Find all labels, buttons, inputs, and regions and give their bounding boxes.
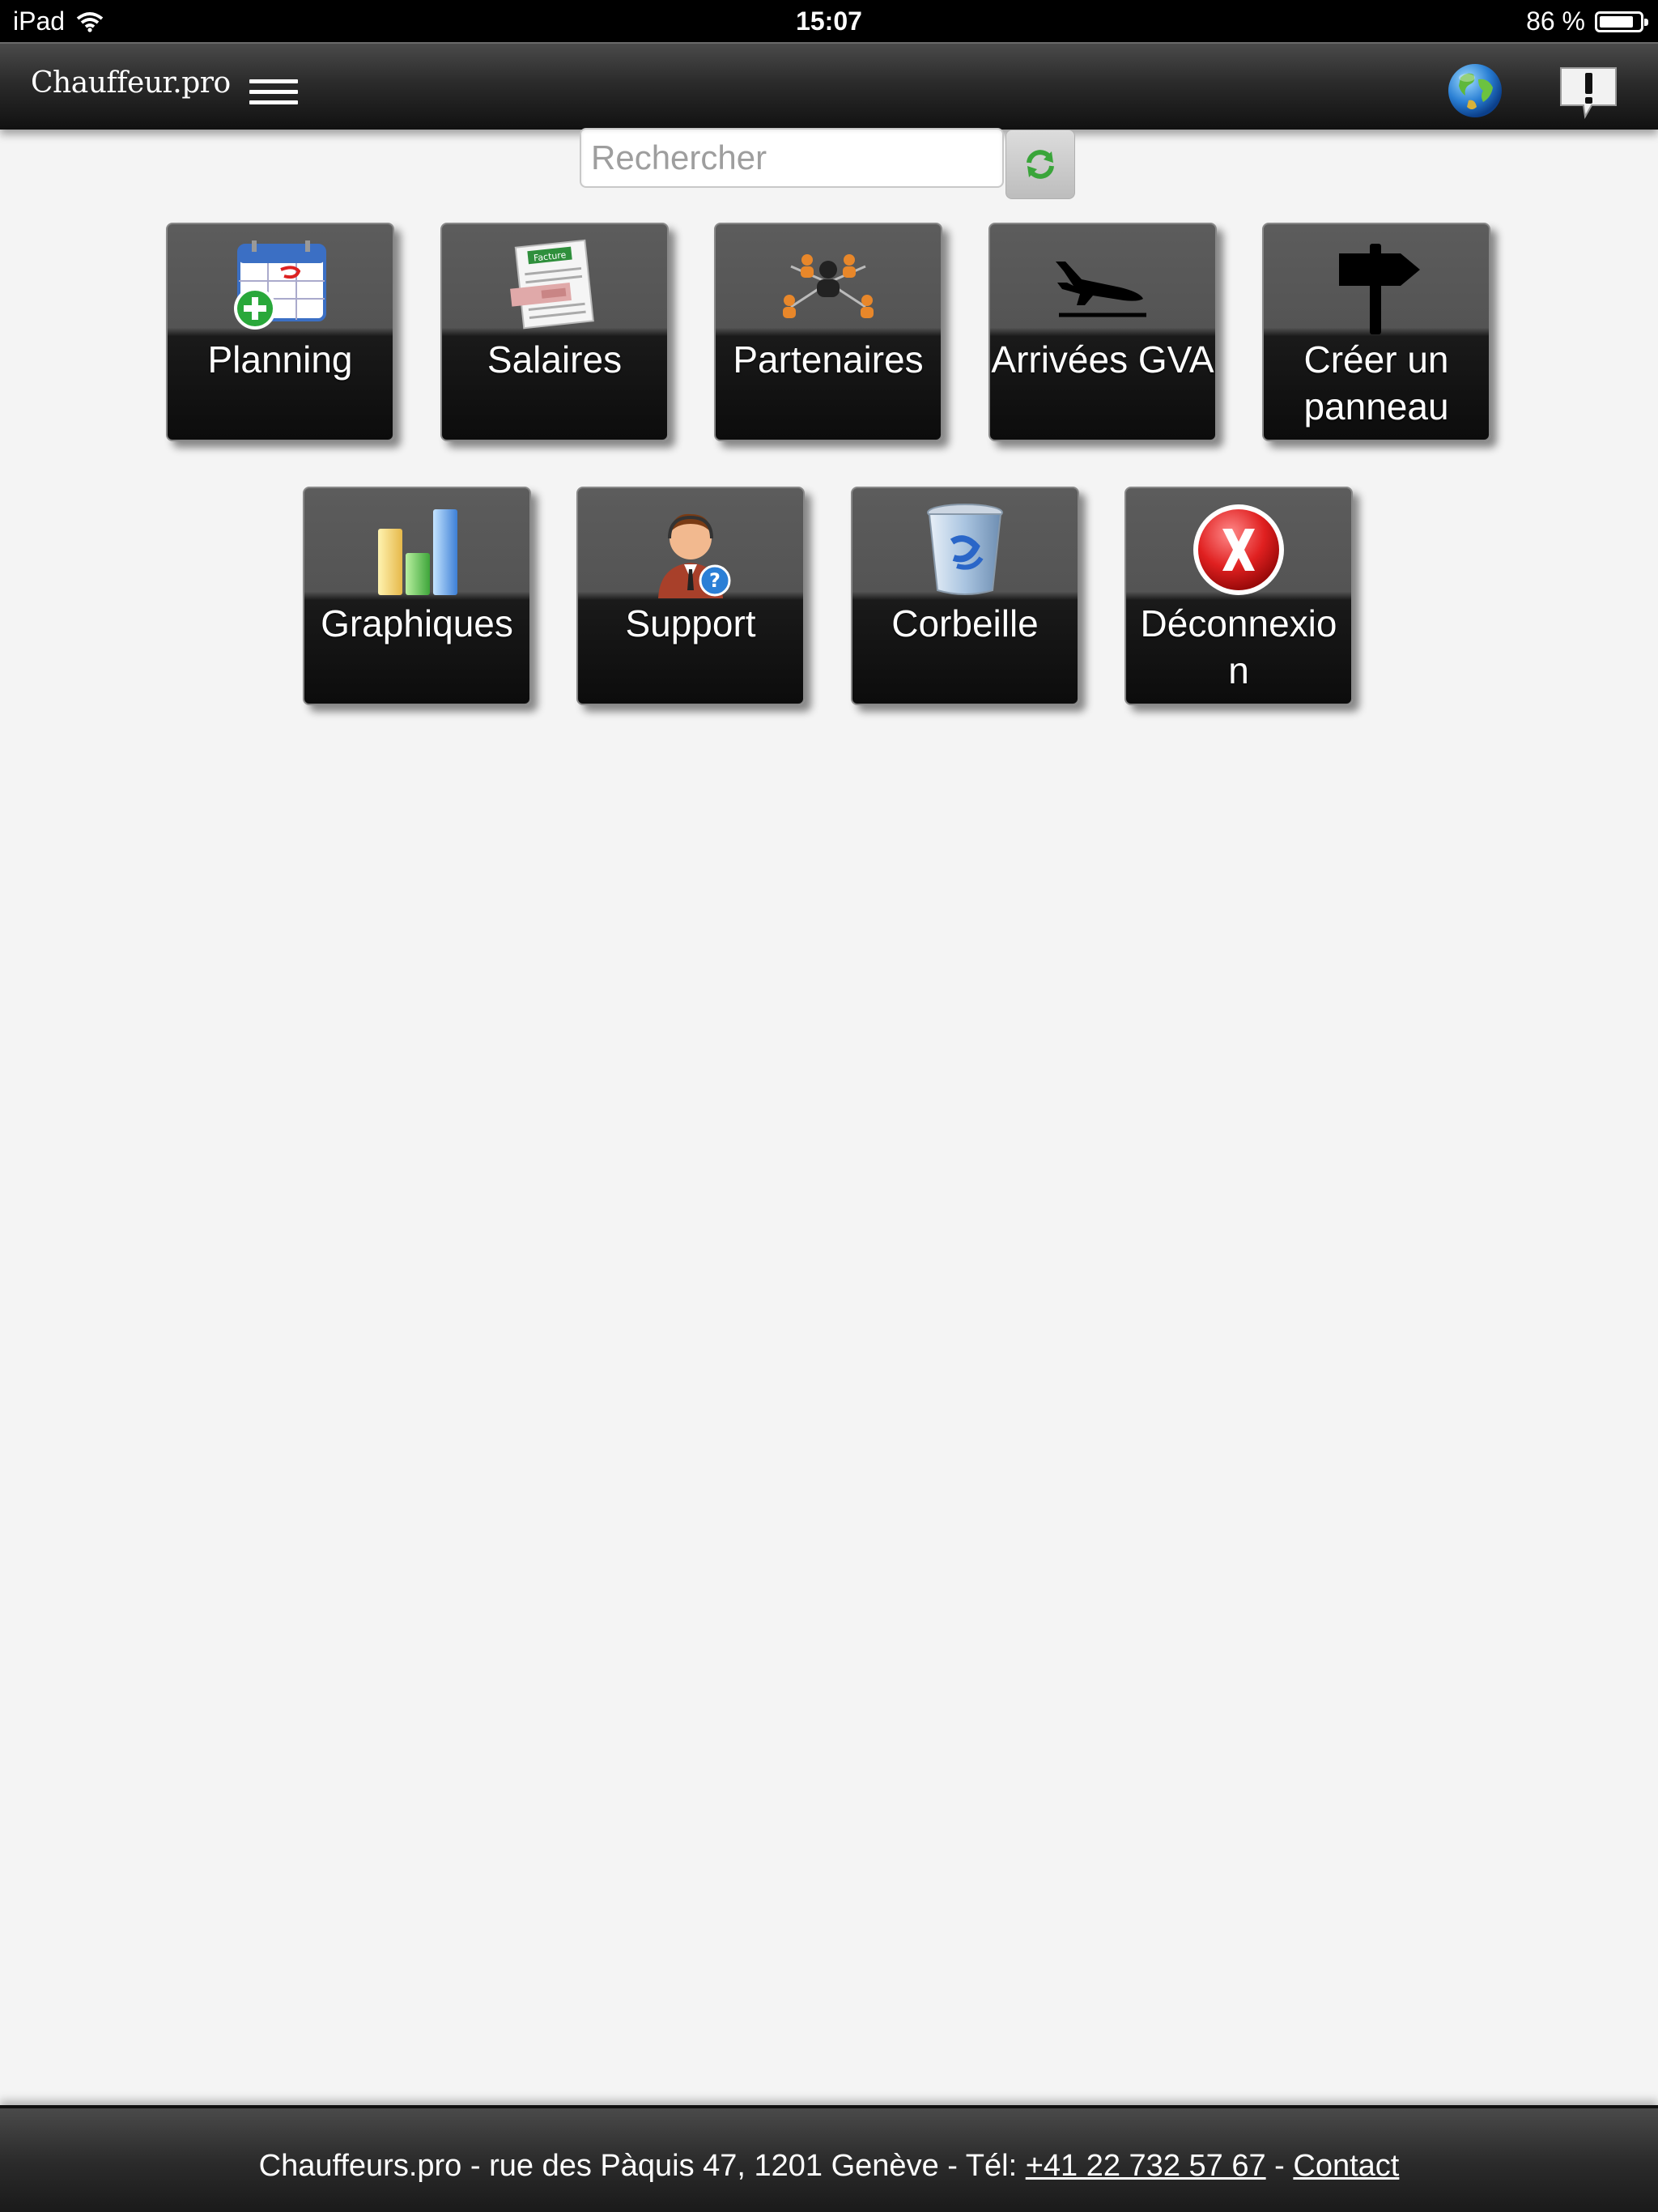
footer: Chauffeurs.pro - rue des Pàquis 47, 1201…	[0, 2105, 1658, 2212]
network-people-icon	[783, 254, 874, 318]
app-header: Chauffeur.pro	[0, 42, 1658, 130]
bar-chart-icon	[378, 509, 457, 595]
logout-x-icon	[1193, 504, 1284, 595]
tile-salaires[interactable]: Facture Salaires	[440, 223, 669, 441]
tile-graphiques[interactable]: Graphiques	[303, 487, 531, 705]
tile-arrivees-gva[interactable]: Arrivées GVA	[988, 223, 1217, 441]
battery-icon	[1595, 11, 1648, 32]
hamburger-icon[interactable]	[249, 79, 298, 107]
globe-icon[interactable]	[1446, 62, 1504, 120]
tile-label: Partenaires	[733, 338, 924, 381]
status-bar: iPad 15:07 86 %	[0, 0, 1658, 42]
tile-label: Planning	[207, 338, 353, 381]
search-input[interactable]	[580, 128, 1004, 188]
calendar-add-icon	[234, 240, 326, 330]
exclamation-bubble-icon[interactable]	[1556, 63, 1621, 121]
tile-deconnexion[interactable]: Déconnexion	[1124, 487, 1353, 705]
refresh-icon	[1027, 150, 1054, 179]
tile-planning[interactable]: Planning	[166, 223, 394, 441]
tile-corbeille[interactable]: Corbeille	[851, 487, 1079, 705]
svg-text:?: ?	[709, 569, 721, 592]
footer-separator: -	[1265, 2149, 1294, 2183]
tile-label: Corbeille	[891, 602, 1039, 644]
tile-creer-panneau[interactable]: Créer un panneau	[1262, 223, 1490, 441]
tile-label: Graphiques	[321, 602, 513, 644]
tile-label: Support	[625, 602, 756, 644]
footer-contact-link[interactable]: Contact	[1293, 2149, 1399, 2183]
brand-title[interactable]: Chauffeur.pro	[31, 66, 231, 100]
battery-percent: 86 %	[1526, 6, 1585, 36]
footer-phone-link[interactable]: +41 22 732 57 67	[1026, 2149, 1266, 2183]
signpost-icon	[1339, 244, 1420, 334]
tile-support[interactable]: ? Support	[576, 487, 805, 705]
tile-label: Arrivées GVA	[991, 338, 1214, 381]
support-agent-icon: ?	[658, 513, 731, 598]
footer-address: Chauffeurs.pro - rue des Pàquis 47, 1201…	[258, 2149, 1026, 2183]
refresh-button[interactable]	[1005, 130, 1075, 199]
plane-landing-icon	[1056, 262, 1146, 317]
tile-label: Créer un panneau	[1303, 338, 1449, 428]
status-time: 15:07	[796, 6, 862, 36]
tile-label: Déconnexion	[1140, 602, 1337, 691]
tile-partenaires[interactable]: Partenaires	[714, 223, 942, 441]
tile-label: Salaires	[487, 338, 623, 381]
invoice-icon: Facture	[510, 239, 594, 330]
trash-bin-icon	[927, 504, 1003, 595]
